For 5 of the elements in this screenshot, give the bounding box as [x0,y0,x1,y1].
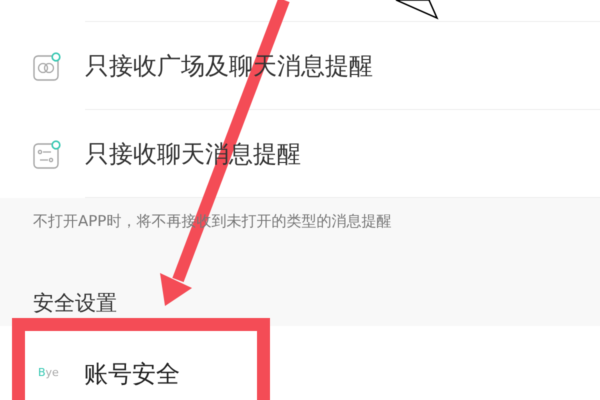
bye-logo-icon: Bye [38,365,78,382]
security-item-label[interactable]: 账号安全 [84,356,180,392]
linked-rings-icon [33,55,59,81]
card-lines-icon [33,143,59,169]
section-title: 安全设置 [33,290,118,317]
